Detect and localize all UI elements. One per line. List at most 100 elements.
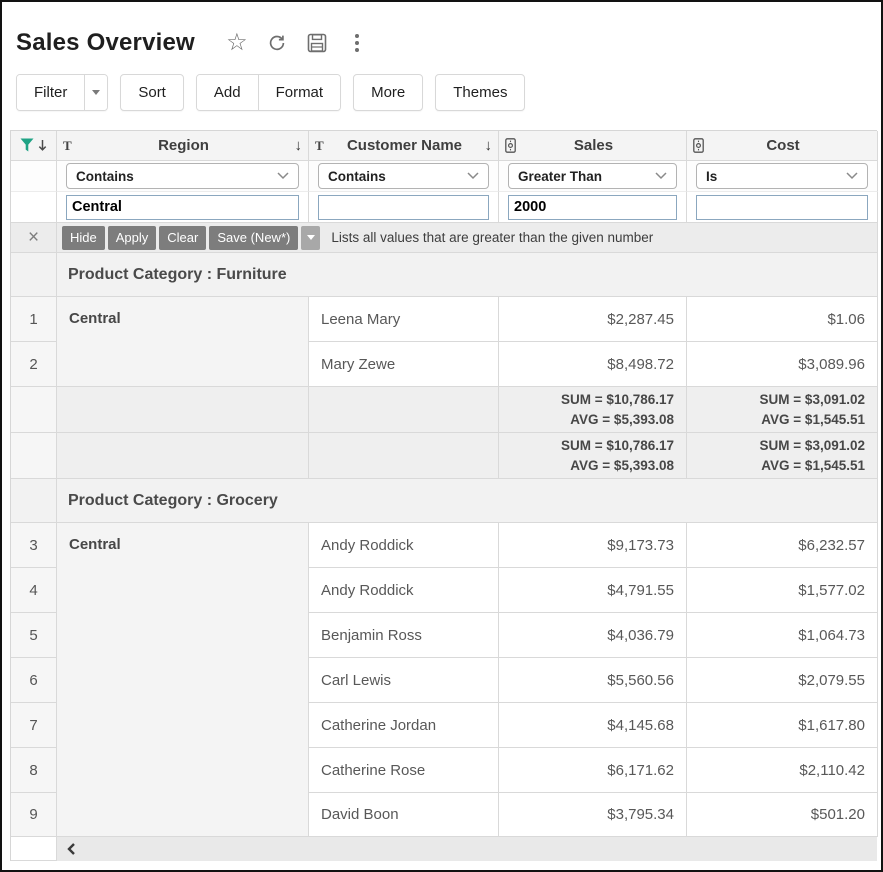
customer-filter-input[interactable] xyxy=(318,195,489,220)
data-table: T Region ↓ T Customer Name ↓ Sales xyxy=(10,130,877,861)
refresh-icon[interactable] xyxy=(265,31,289,55)
save-dropdown-button[interactable] xyxy=(301,226,320,250)
sort-descending-icon[interactable]: ↓ xyxy=(476,137,492,154)
avg-value: AVG = $5,393.08 xyxy=(570,456,674,476)
customer-cell[interactable]: Benjamin Ross xyxy=(309,613,499,658)
column-header-region[interactable]: T Region ↓ xyxy=(57,131,309,161)
title-actions: ☆ xyxy=(225,31,369,55)
row-number[interactable]: 5 xyxy=(11,613,57,658)
input-cell-region xyxy=(57,192,309,223)
customer-condition-select[interactable]: Contains xyxy=(318,163,489,189)
avg-value: AVG = $5,393.08 xyxy=(570,410,674,430)
sales-filter-input[interactable] xyxy=(508,195,677,220)
chevron-down-icon xyxy=(655,172,667,180)
more-button[interactable]: More xyxy=(353,74,423,111)
column-header-customer-name[interactable]: T Customer Name ↓ xyxy=(309,131,499,161)
chevron-down-icon xyxy=(846,172,858,180)
region-filter-input[interactable] xyxy=(66,195,299,220)
cost-cell[interactable]: $2,110.42 xyxy=(687,748,878,793)
sales-cell[interactable]: $8,498.72 xyxy=(499,342,687,387)
region-cell[interactable]: Central xyxy=(57,297,309,387)
sales-condition-select[interactable]: Greater Than xyxy=(508,163,677,189)
row-number[interactable]: 7 xyxy=(11,703,57,748)
cost-cell[interactable]: $501.20 xyxy=(687,793,878,837)
more-options-kebab-icon[interactable] xyxy=(345,31,369,55)
group-body-grocery: 3 4 5 6 7 8 9 Central Andy Roddick $9,17… xyxy=(11,523,877,837)
region-condition-select[interactable]: Contains xyxy=(66,163,299,189)
filter-input-row xyxy=(11,192,877,223)
row-number[interactable]: 2 xyxy=(11,342,57,387)
cost-filter-input[interactable] xyxy=(696,195,868,220)
row-number[interactable]: 1 xyxy=(11,297,57,342)
filter-dropdown-button[interactable] xyxy=(84,75,107,110)
gutter-cell xyxy=(11,479,57,523)
customer-cell[interactable]: David Boon xyxy=(309,793,499,837)
close-icon[interactable]: × xyxy=(28,228,39,247)
sort-descending-icon[interactable]: ↓ xyxy=(286,137,302,154)
customer-cell[interactable]: Leena Mary xyxy=(309,297,499,342)
condition-cell-cost: Is xyxy=(687,161,878,192)
filter-split-button: Filter xyxy=(16,74,108,111)
chevron-down-icon xyxy=(467,172,479,180)
filter-funnel-icon xyxy=(20,138,37,153)
sales-cell[interactable]: $4,791.55 xyxy=(499,568,687,613)
hide-button[interactable]: Hide xyxy=(62,226,105,250)
filter-condition-row: Contains Contains Greater Than Is xyxy=(11,161,877,192)
row-number[interactable]: 9 xyxy=(11,793,57,837)
clear-button[interactable]: Clear xyxy=(159,226,206,250)
region-cell[interactable]: Central xyxy=(57,523,309,837)
cost-condition-select[interactable]: Is xyxy=(696,163,868,189)
cost-cell[interactable]: $2,079.55 xyxy=(687,658,878,703)
customer-cell[interactable]: Carl Lewis xyxy=(309,658,499,703)
sales-cell[interactable]: $4,145.68 xyxy=(499,703,687,748)
sales-cell[interactable]: $9,173.73 xyxy=(499,523,687,568)
themes-button[interactable]: Themes xyxy=(435,74,525,111)
cost-cell[interactable]: $1.06 xyxy=(687,297,878,342)
horizontal-scrollbar[interactable] xyxy=(57,837,877,861)
customer-cell[interactable]: Andy Roddick xyxy=(309,523,499,568)
apply-button[interactable]: Apply xyxy=(108,226,157,250)
filter-action-bar: × Hide Apply Clear Save (New*) Lists all… xyxy=(11,223,877,253)
row-number[interactable]: 4 xyxy=(11,568,57,613)
customer-cell[interactable]: Catherine Jordan xyxy=(309,703,499,748)
sales-cell[interactable]: $4,036.79 xyxy=(499,613,687,658)
filter-funnel-header-cell[interactable] xyxy=(11,131,57,161)
scrollbar-corner xyxy=(11,837,57,861)
sales-cell[interactable]: $2,287.45 xyxy=(499,297,687,342)
save-icon[interactable] xyxy=(305,31,329,55)
customer-cell[interactable]: Andy Roddick xyxy=(309,568,499,613)
sales-cell[interactable]: $5,560.56 xyxy=(499,658,687,703)
column-header-sales[interactable]: Sales xyxy=(499,131,687,161)
cost-cell[interactable]: $1,577.02 xyxy=(687,568,878,613)
customer-cell[interactable]: Catherine Rose xyxy=(309,748,499,793)
filter-button[interactable]: Filter xyxy=(17,75,84,110)
filter-close-cell: × xyxy=(11,223,57,253)
group-header-label[interactable]: Product Category : Furniture xyxy=(57,253,878,297)
customer-cell[interactable]: Mary Zewe xyxy=(309,342,499,387)
horizontal-scrollbar-row xyxy=(11,837,877,861)
format-button[interactable]: Format xyxy=(258,75,341,110)
row-number[interactable]: 8 xyxy=(11,748,57,793)
subtotal-sales-cell: SUM = $10,786.17 AVG = $5,393.08 xyxy=(499,387,687,433)
cost-cell[interactable]: $1,617.80 xyxy=(687,703,878,748)
gutter-cell xyxy=(11,253,57,297)
sum-value: SUM = $3,091.02 xyxy=(760,390,865,410)
column-header-row: T Region ↓ T Customer Name ↓ Sales xyxy=(11,131,877,161)
scroll-left-icon[interactable] xyxy=(66,842,76,856)
add-button[interactable]: Add xyxy=(197,75,258,110)
row-number[interactable]: 6 xyxy=(11,658,57,703)
column-header-cost[interactable]: Cost xyxy=(687,131,878,161)
input-cell-cost xyxy=(687,192,878,223)
sort-button[interactable]: Sort xyxy=(120,74,184,111)
row-number[interactable]: 3 xyxy=(11,523,57,568)
cost-cell[interactable]: $6,232.57 xyxy=(687,523,878,568)
group-header-label[interactable]: Product Category : Grocery xyxy=(57,479,878,523)
save-new-button[interactable]: Save (New*) xyxy=(209,226,298,250)
favorite-star-icon[interactable]: ☆ xyxy=(225,31,249,55)
sales-cell[interactable]: $3,795.34 xyxy=(499,793,687,837)
cost-cell[interactable]: $3,089.96 xyxy=(687,342,878,387)
avg-value: AVG = $1,545.51 xyxy=(761,410,865,430)
cost-cell[interactable]: $1,064.73 xyxy=(687,613,878,658)
chevron-down-icon xyxy=(92,90,100,95)
sales-cell[interactable]: $6,171.62 xyxy=(499,748,687,793)
